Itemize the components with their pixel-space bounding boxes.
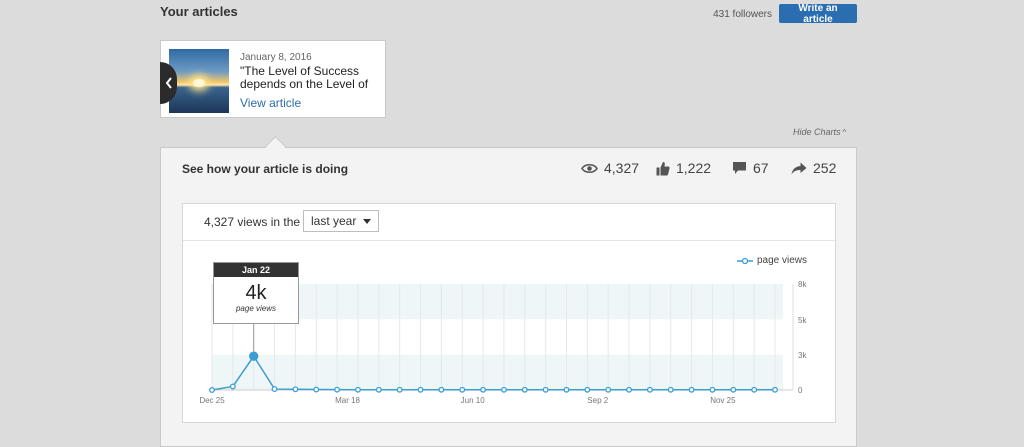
data-point[interactable] bbox=[438, 386, 445, 393]
x-tick-label: Sep 2 bbox=[587, 396, 608, 405]
data-point[interactable] bbox=[396, 386, 403, 393]
thumbs-up-icon bbox=[656, 161, 670, 175]
data-point[interactable] bbox=[209, 387, 215, 393]
data-point[interactable] bbox=[500, 386, 507, 393]
shares-stat: 252 bbox=[791, 160, 836, 176]
likes-stat: 1,222 bbox=[656, 160, 711, 176]
chevron-up-icon: ^ bbox=[842, 128, 847, 137]
comments-count: 67 bbox=[753, 160, 769, 176]
data-point[interactable] bbox=[730, 386, 737, 393]
chart-tooltip: Jan 22 4k page views bbox=[213, 262, 299, 324]
chevron-left-icon bbox=[165, 77, 172, 89]
data-point[interactable] bbox=[480, 386, 487, 393]
data-point[interactable] bbox=[355, 386, 361, 393]
data-point[interactable] bbox=[772, 386, 778, 393]
write-article-button[interactable]: Write an article bbox=[779, 3, 857, 25]
article-card[interactable]: January 8, 2016 "The Level of Success de… bbox=[160, 40, 386, 118]
data-point[interactable] bbox=[563, 386, 570, 393]
views-count: 4,327 bbox=[604, 160, 640, 176]
hide-charts-toggle[interactable]: Hide Charts ^ bbox=[793, 127, 846, 137]
comment-icon bbox=[733, 162, 746, 174]
comments-stat: 67 bbox=[732, 160, 769, 176]
chart-container: 4,327 views in the last year page views … bbox=[182, 203, 836, 423]
data-point[interactable] bbox=[313, 386, 320, 393]
data-point[interactable] bbox=[751, 386, 758, 393]
grid-band bbox=[212, 354, 783, 390]
data-point[interactable] bbox=[334, 386, 341, 393]
likes-count: 1,222 bbox=[676, 160, 712, 176]
data-point[interactable] bbox=[271, 386, 278, 393]
x-tick-label: Jun 10 bbox=[461, 396, 486, 405]
x-tick-label: Nov 25 bbox=[710, 396, 736, 405]
data-point[interactable] bbox=[584, 386, 591, 393]
data-point[interactable] bbox=[521, 386, 528, 393]
view-article-link[interactable]: View article bbox=[240, 96, 301, 110]
followers-count: 431 followers bbox=[713, 9, 772, 20]
y-tick-label: 3k bbox=[798, 351, 807, 360]
tooltip-value: 4k bbox=[245, 282, 267, 304]
data-point[interactable] bbox=[605, 386, 612, 393]
x-tick-label: Dec 25 bbox=[199, 396, 225, 405]
data-point[interactable] bbox=[542, 386, 549, 393]
y-tick-label: 5k bbox=[798, 316, 807, 325]
grid-band bbox=[212, 319, 783, 355]
views-stat: 4,327 bbox=[581, 160, 639, 176]
highlighted-data-point[interactable] bbox=[249, 351, 259, 361]
data-point[interactable] bbox=[229, 383, 236, 390]
data-point[interactable] bbox=[709, 386, 716, 393]
shares-count: 252 bbox=[813, 160, 837, 176]
hide-charts-label: Hide Charts bbox=[793, 127, 841, 137]
data-point[interactable] bbox=[375, 386, 382, 393]
stats-panel: See how your article is doing 4,327 1,22… bbox=[160, 147, 857, 447]
article-title: "The Level of Success depends on the Lev… bbox=[240, 64, 369, 91]
tooltip-date: Jan 22 bbox=[214, 263, 298, 277]
tooltip-label: page views bbox=[235, 304, 277, 313]
y-tick-label: 8k bbox=[798, 280, 807, 289]
data-point[interactable] bbox=[417, 386, 424, 393]
article-thumbnail bbox=[169, 49, 229, 113]
data-point[interactable] bbox=[459, 386, 466, 393]
section-title: Your articles bbox=[160, 4, 238, 19]
x-tick-label: Mar 18 bbox=[335, 396, 360, 405]
article-date: January 8, 2016 bbox=[240, 52, 312, 63]
data-point[interactable] bbox=[626, 386, 632, 393]
share-arrow-icon bbox=[791, 162, 807, 174]
data-point[interactable] bbox=[688, 386, 695, 393]
panel-heading: See how your article is doing bbox=[182, 162, 349, 176]
y-tick-label: 0 bbox=[798, 386, 803, 395]
data-point[interactable] bbox=[667, 386, 674, 393]
eye-icon bbox=[581, 163, 598, 173]
data-point[interactable] bbox=[646, 386, 653, 393]
data-point[interactable] bbox=[292, 386, 299, 393]
